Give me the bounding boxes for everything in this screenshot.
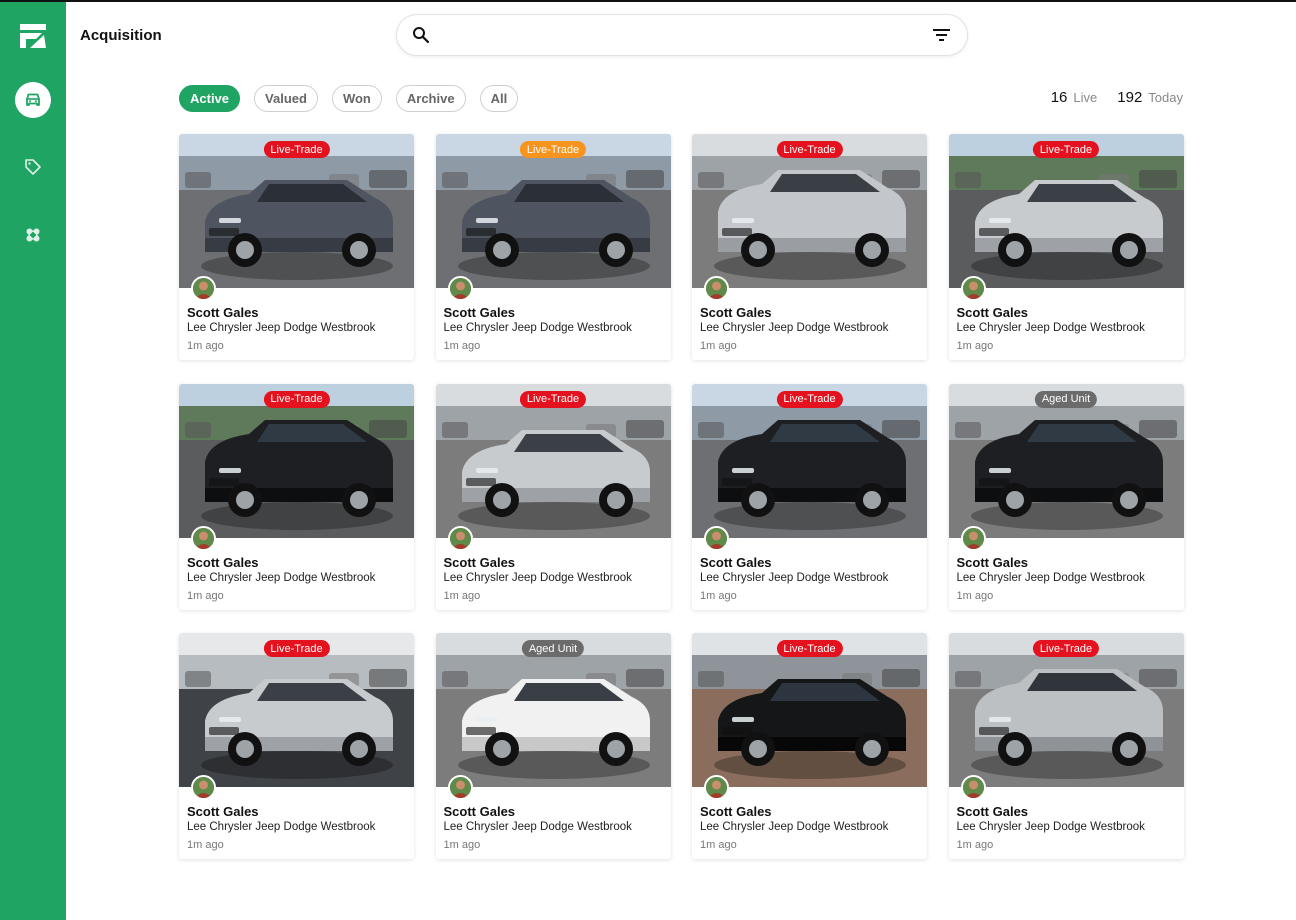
vehicle-card[interactable]: Aged Unit Scott Gales Lee Chrysler Jeep …: [435, 633, 671, 859]
bandage-icon: [26, 228, 40, 242]
dealer-name: Lee Chrysler Jeep Dodge Westbrook: [187, 821, 376, 833]
status-badge: Live-Trade: [519, 141, 587, 158]
dealer-name: Lee Chrysler Jeep Dodge Westbrook: [700, 821, 889, 833]
vehicle-card[interactable]: Live-Trade Scott Gales Lee Chrysler Jeep…: [948, 134, 1184, 360]
vehicle-card[interactable]: Live-Trade Scott Gales Lee Chrysler Jeep…: [435, 383, 671, 610]
timestamp: 1m ago: [443, 589, 481, 602]
vehicle-card[interactable]: Live-Trade Scott Gales Lee Chrysler Jeep…: [692, 383, 927, 610]
avatar[interactable]: [704, 775, 729, 800]
search-input[interactable]: [441, 23, 911, 47]
avatar[interactable]: [447, 775, 473, 800]
timestamp: 1m ago: [187, 839, 224, 851]
filter-chip-won[interactable]: Won: [331, 85, 382, 112]
nav-item-tags[interactable]: [15, 149, 51, 185]
seller-name: Scott Gales: [443, 305, 516, 320]
status-badge: Aged Unit: [521, 640, 585, 657]
dealer-name: Lee Chrysler Jeep Dodge Westbrook: [443, 571, 632, 584]
status-badge: Live-Trade: [776, 390, 843, 408]
avatar[interactable]: [704, 276, 729, 301]
avatar[interactable]: [191, 525, 216, 551]
timestamp: 1m ago: [187, 340, 224, 352]
filter-chip-valued[interactable]: Valued: [254, 85, 318, 112]
status-badge: Live-Trade: [263, 640, 330, 657]
dealer-name: Lee Chrysler Jeep Dodge Westbrook: [443, 322, 632, 334]
dealer-name: Lee Chrysler Jeep Dodge Westbrook: [187, 571, 376, 584]
vehicle-grid: Live-Trade Scott Gales Lee Chrysler Jeep…: [179, 134, 1184, 859]
stats-summary: 16 Live 192 Today: [1051, 89, 1183, 106]
seller-name: Scott Gales: [700, 305, 772, 320]
brand-logo-icon[interactable]: [18, 21, 48, 51]
nav-item-vehicles[interactable]: [15, 82, 51, 118]
status-badge: Live-Trade: [1032, 141, 1100, 158]
vehicle-card[interactable]: Live-Trade Scott Gales Lee Chrysler Jeep…: [179, 633, 414, 859]
vehicle-card[interactable]: Aged Unit Scott Gales Lee Chrysler Jeep …: [948, 383, 1184, 610]
search-bar[interactable]: [396, 14, 968, 56]
vehicle-card[interactable]: Live-Trade Scott Gales Lee Chrysler Jeep…: [692, 633, 927, 859]
avatar[interactable]: [447, 276, 473, 301]
live-label: Live: [1073, 90, 1098, 105]
vehicle-card[interactable]: Live-Trade Scott Gales Lee Chrysler Jeep…: [692, 134, 927, 360]
timestamp: 1m ago: [956, 589, 994, 602]
seller-name: Scott Gales: [956, 804, 1029, 819]
status-badge: Live-Trade: [263, 390, 330, 408]
avatar[interactable]: [191, 276, 216, 301]
timestamp: 1m ago: [443, 340, 481, 352]
avatar[interactable]: [704, 525, 729, 551]
vehicle-card[interactable]: Live-Trade Scott Gales Lee Chrysler Jeep…: [948, 633, 1184, 859]
nav-item-repairs[interactable]: [15, 217, 51, 253]
timestamp: 1m ago: [700, 839, 737, 851]
sidebar: [0, 2, 66, 920]
timestamp: 1m ago: [700, 589, 737, 602]
filter-icon[interactable]: [933, 28, 950, 42]
status-badge: Live-Trade: [263, 141, 330, 158]
vehicle-card[interactable]: Live-Trade Scott Gales Lee Chrysler Jeep…: [179, 383, 414, 610]
status-badge: Live-Trade: [1032, 640, 1100, 657]
avatar[interactable]: [447, 525, 473, 551]
dealer-name: Lee Chrysler Jeep Dodge Westbrook: [187, 322, 376, 334]
filter-chip-all[interactable]: All: [479, 85, 519, 112]
timestamp: 1m ago: [700, 340, 737, 352]
filter-chips: Active Valued Won Archive All: [179, 85, 519, 112]
dealer-name: Lee Chrysler Jeep Dodge Westbrook: [956, 571, 1145, 584]
dealer-name: Lee Chrysler Jeep Dodge Westbrook: [443, 821, 632, 833]
avatar[interactable]: [960, 525, 986, 551]
dealer-name: Lee Chrysler Jeep Dodge Westbrook: [700, 322, 889, 334]
timestamp: 1m ago: [187, 589, 224, 602]
timestamp: 1m ago: [956, 340, 994, 352]
seller-name: Scott Gales: [956, 554, 1029, 570]
seller-name: Scott Gales: [956, 305, 1029, 320]
status-badge: Live-Trade: [776, 141, 843, 158]
seller-name: Scott Gales: [187, 305, 259, 320]
timestamp: 1m ago: [443, 839, 481, 851]
tag-icon: [25, 159, 41, 175]
vehicle-card[interactable]: Live-Trade Scott Gales Lee Chrysler Jeep…: [435, 134, 671, 360]
filter-chip-active[interactable]: Active: [179, 85, 241, 112]
status-badge: Live-Trade: [776, 640, 843, 657]
vehicle-card[interactable]: Live-Trade Scott Gales Lee Chrysler Jeep…: [179, 134, 414, 360]
car-icon: [26, 93, 40, 106]
avatar[interactable]: [960, 775, 986, 800]
seller-name: Scott Gales: [187, 554, 259, 570]
avatar[interactable]: [191, 775, 216, 800]
dealer-name: Lee Chrysler Jeep Dodge Westbrook: [700, 571, 889, 584]
search-icon[interactable]: [412, 26, 430, 44]
filter-chip-archive[interactable]: Archive: [395, 85, 466, 112]
avatar[interactable]: [960, 276, 986, 301]
status-badge: Live-Trade: [519, 390, 587, 408]
dealer-name: Lee Chrysler Jeep Dodge Westbrook: [956, 821, 1145, 833]
seller-name: Scott Gales: [443, 554, 516, 570]
seller-name: Scott Gales: [187, 804, 259, 819]
seller-name: Scott Gales: [443, 804, 516, 819]
seller-name: Scott Gales: [700, 804, 772, 819]
today-count: 192: [1117, 89, 1143, 106]
dealer-name: Lee Chrysler Jeep Dodge Westbrook: [956, 322, 1145, 334]
page-title: Acquisition: [80, 27, 162, 44]
status-badge: Aged Unit: [1034, 390, 1098, 408]
timestamp: 1m ago: [956, 839, 994, 851]
live-count: 16: [1050, 89, 1068, 106]
seller-name: Scott Gales: [700, 554, 772, 570]
today-label: Today: [1148, 90, 1183, 105]
